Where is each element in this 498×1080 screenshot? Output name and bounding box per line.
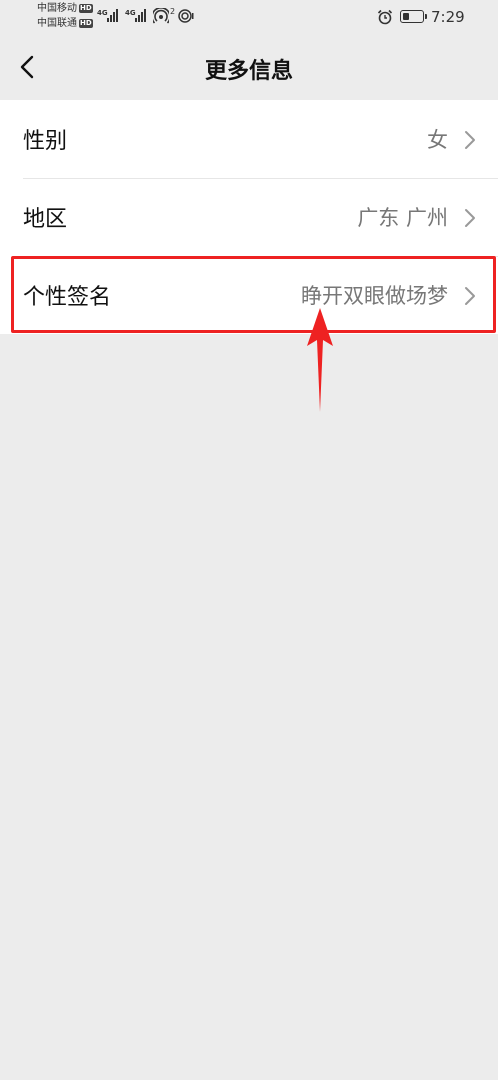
- clock: 7:29: [431, 8, 465, 26]
- chevron-right-icon: [465, 287, 475, 305]
- chevron-right-icon: [465, 209, 475, 227]
- hotspot-icon: [153, 8, 169, 24]
- row-label: 性别: [23, 129, 68, 154]
- nfc-icon: [178, 9, 194, 23]
- row-value: 女: [427, 128, 448, 152]
- row-region[interactable]: 地区 广东 广州: [0, 178, 498, 256]
- row-value: 广东 广州: [357, 206, 448, 230]
- carrier-2: 中国联通 HD: [37, 18, 93, 30]
- row-label: 地区: [23, 207, 68, 232]
- hd-badge: HD: [79, 19, 93, 28]
- signal-bars-1-icon: [107, 9, 118, 22]
- chevron-right-icon: [465, 131, 475, 149]
- row-gender[interactable]: 性别 女: [0, 100, 498, 178]
- carrier-2-name: 中国联通: [37, 18, 77, 29]
- signal-bars-2-icon: [135, 9, 146, 22]
- alarm-icon: [377, 9, 393, 25]
- row-label: 个性签名: [23, 285, 112, 310]
- status-bar: 中国移动 HD 中国联通 HD 4G 4G 2 7:29: [0, 0, 498, 34]
- carrier-1: 中国移动 HD: [37, 3, 93, 15]
- hotspot-count: 2: [170, 7, 176, 16]
- nav-bar: 更多信息: [0, 34, 498, 100]
- row-signature[interactable]: 个性签名 睁开双眼做场梦: [0, 256, 498, 334]
- page-title: 更多信息: [204, 59, 293, 84]
- carrier-1-name: 中国移动: [37, 3, 77, 14]
- annotation-arrow-icon: [307, 308, 333, 412]
- hd-badge: HD: [79, 4, 93, 13]
- battery-icon: [400, 10, 427, 23]
- battery-level: [403, 13, 409, 20]
- info-list: 性别 女 地区 广东 广州 个性签名 睁开双眼做场梦: [0, 100, 498, 334]
